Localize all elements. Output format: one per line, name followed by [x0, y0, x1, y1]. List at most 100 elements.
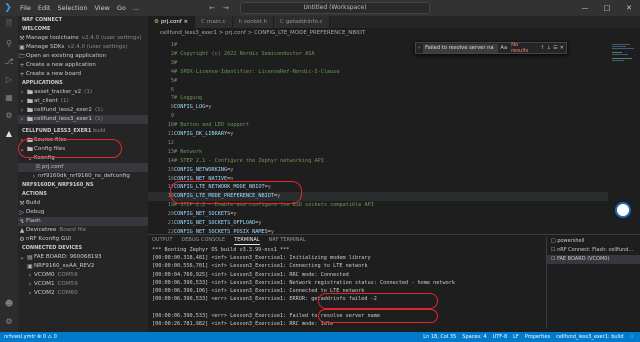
welcome-item-manage-toolchains[interactable]: ⚒ Manage toolchains v2.4.0 (user settings)	[18, 34, 148, 43]
explorer-icon[interactable]: 🗎	[0, 16, 18, 34]
tree-item-defconfig[interactable]: › nrf9160dk_nrf9160_ns_defconfig	[18, 172, 148, 181]
code-line[interactable]: # Logging	[174, 95, 202, 101]
welcome-item-open-app[interactable]: 🗁 Open an existing application	[18, 52, 148, 61]
code-line[interactable]: CONFIG_DK_LIBRARY=y	[174, 131, 233, 137]
vcom-item[interactable]: › VCOM1 COM59	[18, 280, 148, 289]
code-line[interactable]: # STEP 2.1 - Configure the Zephyr networ…	[174, 158, 324, 164]
source-control-icon[interactable]: ⎇	[0, 52, 18, 70]
code-line[interactable]: CONFIG_NET_SOCKETS_OFFLOAD=y	[174, 220, 261, 226]
terminal-item-selected[interactable]: ☐ FAE BOARD (VCOM0)	[547, 255, 640, 264]
status-left[interactable]: nrfvwsl.ymtr ⊗ 0 ⚠ 0	[0, 332, 423, 342]
run-debug-icon[interactable]: ▷	[0, 70, 18, 88]
welcome-item-create-board[interactable]: + Create a new board	[18, 70, 148, 79]
nrf-connect-icon[interactable]: ▲	[0, 124, 18, 142]
debug-icon: ▷	[19, 209, 25, 216]
status-build-config[interactable]: cellfund_less3_exer1: build	[556, 332, 623, 342]
h-file-icon: h	[238, 19, 243, 25]
toolchain-version: v2.4.0 (user settings)	[81, 35, 142, 41]
breadcrumb[interactable]: cellfund_less3_exer1 > prj.conf > CONFIG…	[148, 28, 640, 38]
menu-more[interactable]: ...	[133, 4, 139, 12]
action-devicetree[interactable]: ▲ Devicetree Board file	[18, 226, 148, 235]
connected-devices-header[interactable]: CONNECTED DEVICES	[18, 244, 148, 253]
annotation-circle	[318, 293, 438, 309]
device-item[interactable]: ▣ NRF9160_xxAA_REV2	[18, 262, 148, 271]
status-indentation[interactable]: Spaces: 4	[462, 332, 486, 342]
tab-socket-h[interactable]: h socket.h	[232, 16, 275, 28]
bell-icon[interactable]: ♢	[630, 332, 634, 342]
code-line[interactable]: #	[174, 42, 177, 48]
chevron-right-icon: ›	[20, 98, 24, 105]
menu-view[interactable]: View	[94, 4, 109, 12]
code-line[interactable]: # Button and LED support	[174, 122, 249, 128]
chevron-right-icon[interactable]: ›	[418, 45, 420, 51]
status-cursor-position[interactable]: Ln 18, Col 35	[423, 332, 456, 342]
code-line[interactable]: # Network	[174, 149, 202, 155]
devicetree-icon[interactable]: ⚙	[0, 106, 18, 124]
tab-main-c[interactable]: Cmain.c	[195, 16, 233, 28]
minimize-icon[interactable]: —	[574, 0, 596, 16]
application-item[interactable]: › 🖿 asset_tracker_v2 (1)	[18, 88, 148, 97]
action-flash[interactable]: ↯ Flash	[18, 217, 148, 226]
find-input[interactable]: Failed to resolve server na	[423, 43, 499, 53]
menu-go[interactable]: Go	[117, 4, 126, 12]
match-case-toggle[interactable]: Aa	[500, 45, 507, 51]
welcome-section-header[interactable]: WELCOME	[18, 25, 148, 34]
chat-assistant-button[interactable]	[615, 202, 631, 218]
device-section-header[interactable]: NRF9160DK_NRF9160_NS	[18, 181, 148, 190]
extensions-icon[interactable]: ▦	[0, 88, 18, 106]
application-item[interactable]: › 🖿 at_client (1)	[18, 97, 148, 106]
back-arrow-icon[interactable]: ←	[209, 4, 215, 12]
code-line[interactable]: #	[174, 60, 177, 66]
menu-selection[interactable]: Selection	[57, 4, 87, 12]
folder-icon: 🖿	[26, 98, 33, 105]
actions-section-header[interactable]: ACTIONS	[18, 190, 148, 199]
tree-item-prj-conf[interactable]: 🗎 prj.conf	[18, 163, 148, 172]
forward-arrow-icon[interactable]: →	[223, 4, 229, 12]
welcome-item-manage-sdks[interactable]: ▣ Manage SDKs v2.4.0 (user settings)	[18, 43, 148, 52]
command-center-search[interactable]: Untitled (Workspace)	[240, 2, 430, 14]
terminal-item[interactable]: ☐ nRF Connect: Flash: cellfund...	[547, 246, 640, 255]
vcom-item[interactable]: › VCOM0 COM58	[18, 271, 148, 280]
tab-debug-console[interactable]: DEBUG CONSOLE	[181, 235, 225, 245]
terminal-list: □ powershell ☐ nRF Connect: Flash: cellf…	[546, 237, 640, 327]
terminal-item[interactable]: □ powershell	[547, 237, 640, 246]
settings-file-icon: ⚙	[154, 19, 159, 25]
find-result-count: No results	[511, 42, 529, 54]
tab-terminal[interactable]: TERMINAL	[234, 235, 260, 245]
welcome-item-create-app[interactable]: + Create a new application	[18, 61, 148, 70]
applications-section-header[interactable]: APPLICATIONS	[18, 79, 148, 88]
code-line[interactable]: CONFIG_LOG=y	[174, 104, 211, 110]
account-icon[interactable]: ☻	[0, 294, 18, 312]
status-eol[interactable]: LF	[513, 332, 519, 342]
menu-edit[interactable]: Edit	[38, 4, 51, 12]
vcom-item[interactable]: › VCOM2 COM60	[18, 289, 148, 298]
code-line[interactable]: CONFIG_NETWORKING=y	[174, 167, 233, 173]
tab-nrf-terminal[interactable]: NRF TERMINAL	[269, 235, 306, 245]
tab-getaddrinfo-c[interactable]: Cgetaddrinfo.c	[274, 16, 330, 28]
menu-file[interactable]: File	[20, 4, 31, 12]
editor-tabs: ⚙ prj.conf × Cmain.c h socket.h Cgetaddrin…	[148, 16, 640, 28]
line-number: 7	[170, 95, 174, 102]
code-line[interactable]: # SPDX-License-Identifier: LicenseRef-No…	[174, 69, 340, 75]
code-line[interactable]: #	[174, 78, 177, 84]
search-icon[interactable]: ⚲	[0, 34, 18, 52]
action-debug[interactable]: ▷ Debug	[18, 208, 148, 217]
settings-gear-icon[interactable]: ⚙	[0, 312, 18, 330]
tab-prj-conf[interactable]: ⚙ prj.conf ×	[148, 16, 196, 28]
flash-icon: ↯	[19, 218, 25, 225]
application-item[interactable]: › 🖿 cellfund_less2_exer2 (1)	[18, 106, 148, 115]
find-nav-buttons[interactable]: ↑↓☰✕	[540, 45, 566, 51]
action-kconfig-gui[interactable]: ⚙ nRF Kconfig GUI	[18, 235, 148, 244]
app-section-header[interactable]: CELLFUND_LESS3_EXER1 build	[18, 127, 148, 136]
action-build[interactable]: ⚒ Build	[18, 199, 148, 208]
application-item-selected[interactable]: › 🖿 cellfund_less3_exer1 (1)	[18, 115, 148, 124]
connected-board[interactable]: ⌄ ▤ FAE BOARD: 960068193	[18, 253, 148, 262]
maximize-icon[interactable]: □	[596, 0, 618, 16]
status-encoding[interactable]: UTF-8	[493, 332, 508, 342]
status-language[interactable]: Properties	[525, 332, 550, 342]
close-icon[interactable]: ✕	[618, 0, 640, 16]
code-line[interactable]: # Copyright (c) 2022 Nordic Semiconducto…	[174, 51, 315, 57]
code-editor[interactable]: 1 #2 # Copyright (c) 2022 Nordic Semicondu…	[148, 38, 608, 234]
code-line[interactable]: CONFIG_NET_SOCKETS=y	[174, 211, 236, 217]
tab-output[interactable]: OUTPUT	[152, 235, 172, 245]
